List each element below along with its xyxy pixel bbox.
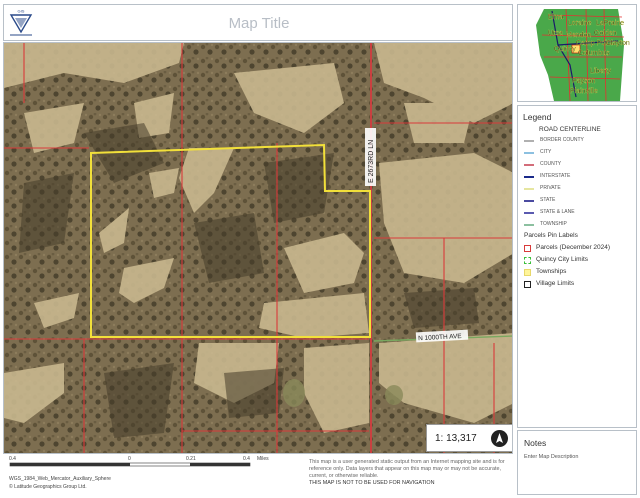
line-swatch [524,140,534,142]
aerial-map[interactable]: E 2673RD LN N 1000TH AVE [4,43,513,454]
place-label: Lima [548,14,563,21]
scale-tick: 0.4 [9,456,16,462]
place-label: Quincy [554,46,576,53]
notes-title: Notes [524,438,547,448]
line-swatch [524,152,534,154]
line-swatch [524,212,534,214]
place-label: Liberty [590,68,612,75]
notes-panel: Notes Enter Map Description [517,430,637,495]
scale-tick: 0.4 [243,456,250,462]
notes-description[interactable]: Enter Map Description [524,454,578,460]
map-view[interactable]: E 2673RD LN N 1000TH AVE 1: 13,317 [3,42,513,454]
place-label: LaPrairie [596,20,624,27]
road-label-vertical: E 2673RD LN [365,128,376,186]
line-swatch [524,200,534,202]
road-centerline-header: ROAD CENTERLINE [539,126,601,133]
svg-text:E 2673RD LN: E 2673RD LN [368,140,375,183]
scale-bar [9,462,251,467]
parcel-swatch [524,245,531,252]
line-swatch [524,224,534,226]
place-label: Loraine [568,20,591,27]
disclaimer: This map is a user generated static outp… [309,459,509,487]
legend-panel: Legend ROAD CENTERLINE BORDER COUNTY CIT… [517,105,637,428]
scale-tick: 0.21 [186,456,196,462]
navigation-warning: THIS MAP IS NOT TO BE USED FOR NAVIGATIO… [309,480,435,486]
scale-tick: 0 [128,456,131,462]
place-label: Columbus [578,50,610,57]
svg-text:GIS: GIS [18,9,25,14]
line-swatch [524,164,534,166]
map-footer: 0.4 0 0.21 0.4 Miles WGS_1984_Web_Mercat… [3,455,513,495]
title-bar: GIS Map Title [3,4,513,41]
scale-indicator: 1: 13,317 [426,424,512,452]
disclaimer-text: This map is a user generated static outp… [309,459,505,479]
city-limits-swatch [524,257,531,264]
north-arrow-icon [491,430,508,447]
map-title[interactable]: Map Title [4,15,514,32]
place-label: Mendon [566,32,591,39]
projection-text: WGS_1984_Web_Mercator_Auxiliary_Sphere [9,476,111,482]
place-label: Ursa [548,30,563,37]
place-label: Clayton [606,40,630,47]
overview-map[interactable]: Lima Loraine LaPrairie Ursa Mendon Golde… [517,4,637,102]
line-swatch [524,176,534,178]
township-swatch [524,269,531,276]
scale-ratio: 1: 13,317 [435,433,477,444]
place-label: Payson [572,78,595,85]
copyright-text: © Latitude Geographics Group Ltd. [9,484,87,490]
legend-title: Legend [523,112,552,122]
place-label: Plainville [570,88,598,95]
scale-unit: Miles [257,456,269,462]
line-swatch [524,188,534,190]
village-swatch [524,281,531,288]
place-label: Golden [594,30,617,37]
